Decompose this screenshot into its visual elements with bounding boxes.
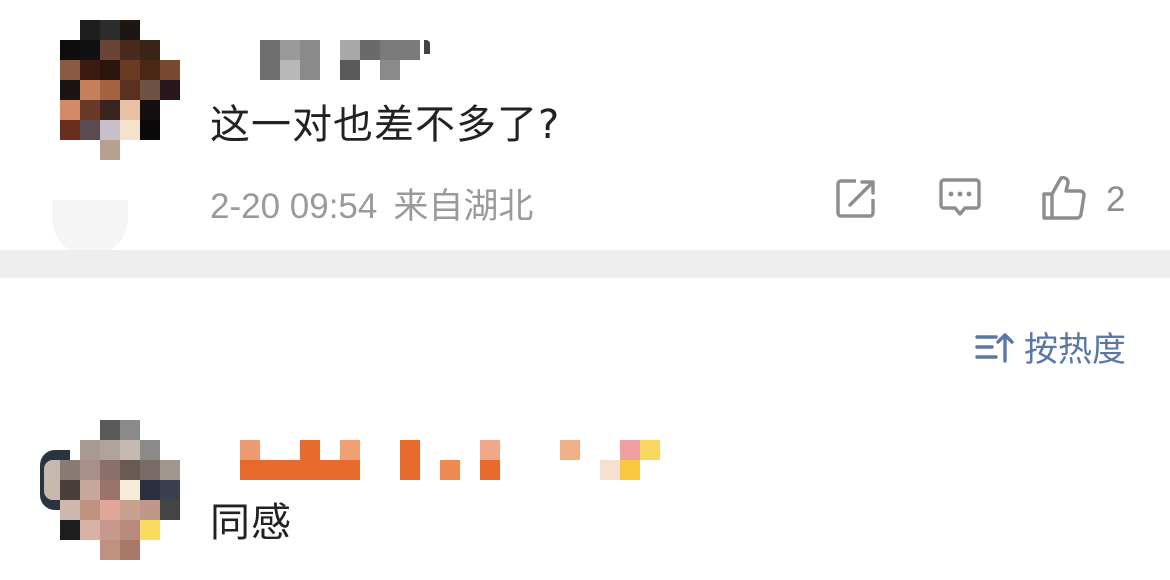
username-blurred[interactable] — [260, 40, 435, 80]
section-divider — [0, 250, 1170, 278]
avatar[interactable] — [60, 20, 180, 160]
share-icon[interactable] — [832, 174, 880, 222]
username-blurred[interactable] — [240, 440, 665, 480]
thumbs-up-icon[interactable] — [1040, 174, 1088, 222]
like-count: 2 — [1106, 180, 1126, 219]
comment-location: 来自湖北 — [393, 187, 534, 227]
comment-text: 同感 — [210, 500, 292, 546]
comment-meta: 2-20 09:54 来自湖北 — [210, 178, 533, 229]
comment-item: 这一对也差不多了? 2-20 09:54 来自湖北 2 — [0, 0, 1170, 256]
sort-icon — [975, 332, 1014, 363]
comment-time: 2-20 09:54 — [210, 187, 378, 226]
avatar[interactable] — [40, 420, 185, 560]
reply-icon[interactable] — [936, 174, 984, 222]
decorative-shape — [52, 200, 128, 256]
comment-text: 这一对也差不多了? — [210, 102, 561, 148]
sort-label: 按热度 — [1024, 330, 1126, 370]
sort-by-hot-button[interactable]: 按热度 — [974, 322, 1126, 371]
